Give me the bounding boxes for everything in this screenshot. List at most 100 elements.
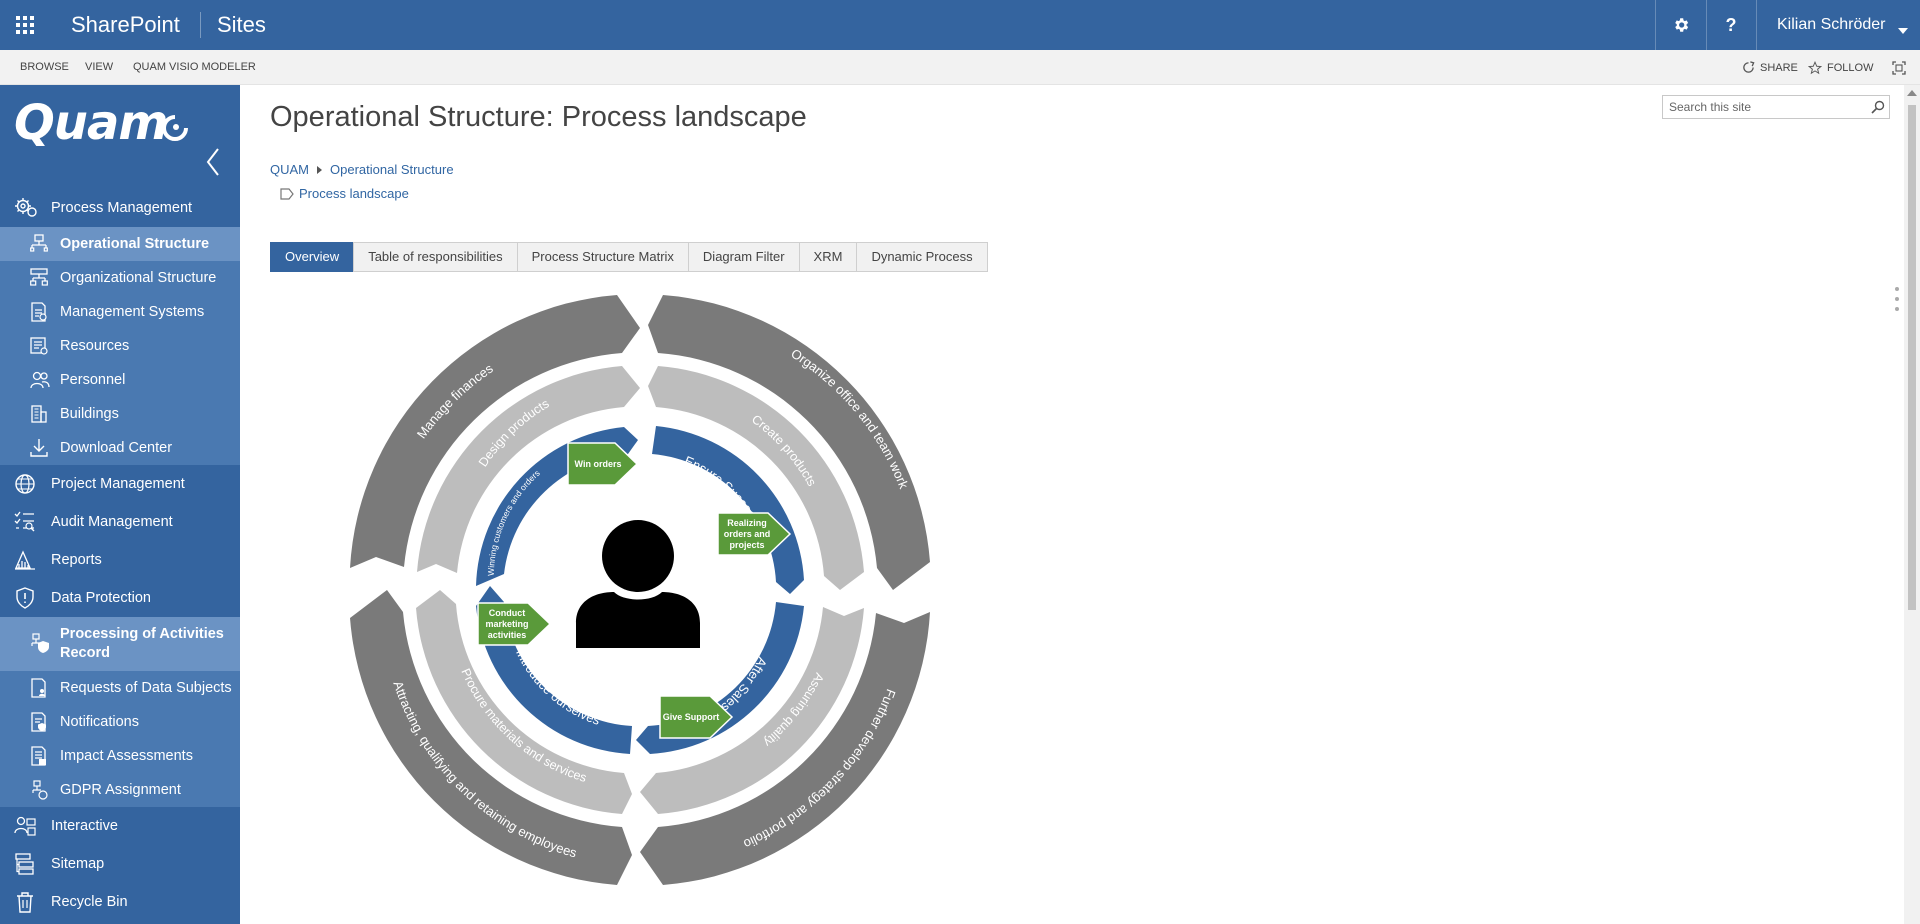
- download-icon: [30, 438, 48, 458]
- process-landscape-diagram: Manage finances Organize office and team…: [350, 295, 930, 885]
- breadcrumb-arrow-icon: [317, 165, 322, 174]
- scrollbar-thumb[interactable]: [1908, 105, 1916, 610]
- nav-label: Audit Management: [51, 514, 173, 530]
- follow-button[interactable]: FOLLOW: [1808, 50, 1873, 85]
- tab-dynamic-process[interactable]: Dynamic Process: [856, 242, 988, 272]
- nav-process-management[interactable]: Process Management: [0, 189, 240, 227]
- nav-requests-of-data-subjects[interactable]: Requests of Data Subjects: [0, 671, 240, 705]
- left-navigation: Quam Process Management Operational Stru…: [0, 85, 240, 924]
- nav-audit-management[interactable]: Audit Management: [0, 503, 240, 541]
- nav-download-center[interactable]: Download Center: [0, 431, 240, 465]
- personnel-icon: [30, 370, 50, 390]
- breadcrumb-process-landscape[interactable]: Process landscape: [299, 186, 409, 201]
- logo-swirl-icon: [160, 113, 190, 148]
- process-gear-icon: [14, 197, 38, 219]
- share-icon: [1743, 61, 1755, 73]
- nav-label: Process Management: [51, 200, 193, 216]
- nav-label: Resources: [60, 338, 130, 354]
- nav-label: Reports: [51, 552, 102, 568]
- nav-project-management[interactable]: Project Management: [0, 465, 240, 503]
- breadcrumb: QUAM Operational Structure: [270, 162, 454, 177]
- nav-label: Management Systems: [60, 304, 205, 320]
- more-options-icon[interactable]: [1894, 286, 1900, 312]
- star-icon: [1808, 60, 1822, 74]
- box-conduct-marketing[interactable]: Conduct marketing activities: [477, 602, 552, 646]
- box-label-give-support: Give Support: [663, 712, 720, 722]
- page-scrollbar[interactable]: [1904, 85, 1920, 924]
- nav-impact-assessments[interactable]: Impact Assessments: [0, 739, 240, 773]
- nav-data-protection[interactable]: Data Protection: [0, 579, 240, 617]
- nav-label: Personnel: [60, 372, 126, 388]
- nav-management-systems[interactable]: Management Systems: [0, 295, 240, 329]
- nav-label: Operational Structure: [60, 236, 210, 252]
- operational-structure-icon: [30, 234, 48, 254]
- nav-buildings[interactable]: Buildings: [0, 397, 240, 431]
- ribbon: BROWSE VIEW QUAM VISIO MODELER SHARE FOL…: [0, 50, 1920, 85]
- focus-mode-icon[interactable]: [1892, 50, 1906, 85]
- suitebar-divider: [200, 12, 201, 38]
- quam-logo[interactable]: Quam: [14, 95, 168, 151]
- scroll-up-icon[interactable]: [1907, 90, 1917, 96]
- ribbon-tab-view[interactable]: VIEW: [85, 50, 113, 85]
- nav-notifications[interactable]: Notifications: [0, 705, 240, 739]
- suitebar-divider: [1756, 0, 1757, 50]
- app-launcher-icon[interactable]: [0, 0, 50, 50]
- page-tag-icon: [280, 187, 294, 200]
- tab-table-of-responsibilities[interactable]: Table of responsibilities: [353, 242, 518, 272]
- nav-label: Data Protection: [51, 590, 151, 606]
- box-label-win-orders: Win orders: [575, 459, 622, 469]
- nav-interactive[interactable]: Interactive: [0, 807, 240, 845]
- notification-icon: [30, 712, 48, 732]
- interactive-icon: [14, 815, 36, 837]
- share-button[interactable]: SHARE: [1742, 50, 1798, 85]
- nav-gdpr-assignment[interactable]: GDPR Assignment: [0, 773, 240, 807]
- help-button[interactable]: ?: [1706, 0, 1756, 50]
- nav-label: Recycle Bin: [51, 894, 128, 910]
- search-icon[interactable]: [1871, 100, 1885, 114]
- tab-xrm[interactable]: XRM: [798, 242, 858, 272]
- tab-overview[interactable]: Overview: [270, 242, 355, 272]
- reports-chart-icon: [14, 549, 36, 571]
- nav-label: Processing of Activities Record: [60, 626, 224, 661]
- nav-label: Notifications: [60, 714, 139, 730]
- nav-label: Buildings: [60, 406, 119, 422]
- nav-label: GDPR Assignment: [60, 782, 181, 798]
- ribbon-tab-quam-visio-modeler[interactable]: QUAM VISIO MODELER: [133, 50, 256, 85]
- nav-processing-of-activities-record[interactable]: Processing of Activities Record: [0, 617, 240, 671]
- nav-personnel[interactable]: Personnel: [0, 363, 240, 397]
- customer-person-icon: [576, 520, 700, 648]
- breadcrumb-quam[interactable]: QUAM: [270, 162, 309, 177]
- search-input[interactable]: Search this site: [1662, 95, 1890, 119]
- buildings-icon: [30, 404, 48, 424]
- breadcrumb-current: Process landscape: [280, 186, 409, 201]
- chevron-down-icon[interactable]: [1898, 21, 1908, 39]
- collapse-nav-icon[interactable]: [206, 148, 220, 181]
- sites-link[interactable]: Sites: [217, 0, 266, 50]
- nav-label: Interactive: [51, 818, 118, 834]
- nav-label: Project Management: [51, 476, 185, 492]
- breadcrumb-operational-structure[interactable]: Operational Structure: [330, 162, 454, 177]
- nav-reports[interactable]: Reports: [0, 541, 240, 579]
- nav-sitemap[interactable]: Sitemap: [0, 845, 240, 883]
- view-tabs: Overview Table of responsibilities Proce…: [270, 242, 988, 272]
- follow-label: FOLLOW: [1827, 61, 1874, 74]
- tab-process-structure-matrix[interactable]: Process Structure Matrix: [516, 242, 689, 272]
- nav-label: Requests of Data Subjects: [60, 680, 232, 696]
- sharepoint-link[interactable]: SharePoint: [71, 0, 180, 50]
- box-label-conduct-marketing: Conduct marketing activities: [485, 608, 528, 640]
- user-menu[interactable]: Kilian Schröder: [1777, 0, 1886, 50]
- nav-label: Impact Assessments: [60, 748, 193, 764]
- recycle-bin-icon: [14, 891, 36, 913]
- settings-gear-icon[interactable]: [1656, 0, 1706, 50]
- gdpr-icon: [30, 780, 48, 800]
- assessment-icon: [30, 746, 48, 766]
- nav-resources[interactable]: Resources: [0, 329, 240, 363]
- tab-diagram-filter[interactable]: Diagram Filter: [687, 242, 800, 272]
- ribbon-tab-browse[interactable]: BROWSE: [20, 50, 69, 85]
- nav-operational-structure[interactable]: Operational Structure: [0, 227, 240, 261]
- nav-organizational-structure[interactable]: Organizational Structure: [0, 261, 240, 295]
- page-title: Operational Structure: Process landscape: [270, 101, 807, 133]
- request-icon: [30, 678, 48, 698]
- globe-icon: [14, 473, 36, 495]
- nav-recycle-bin[interactable]: Recycle Bin: [0, 883, 240, 921]
